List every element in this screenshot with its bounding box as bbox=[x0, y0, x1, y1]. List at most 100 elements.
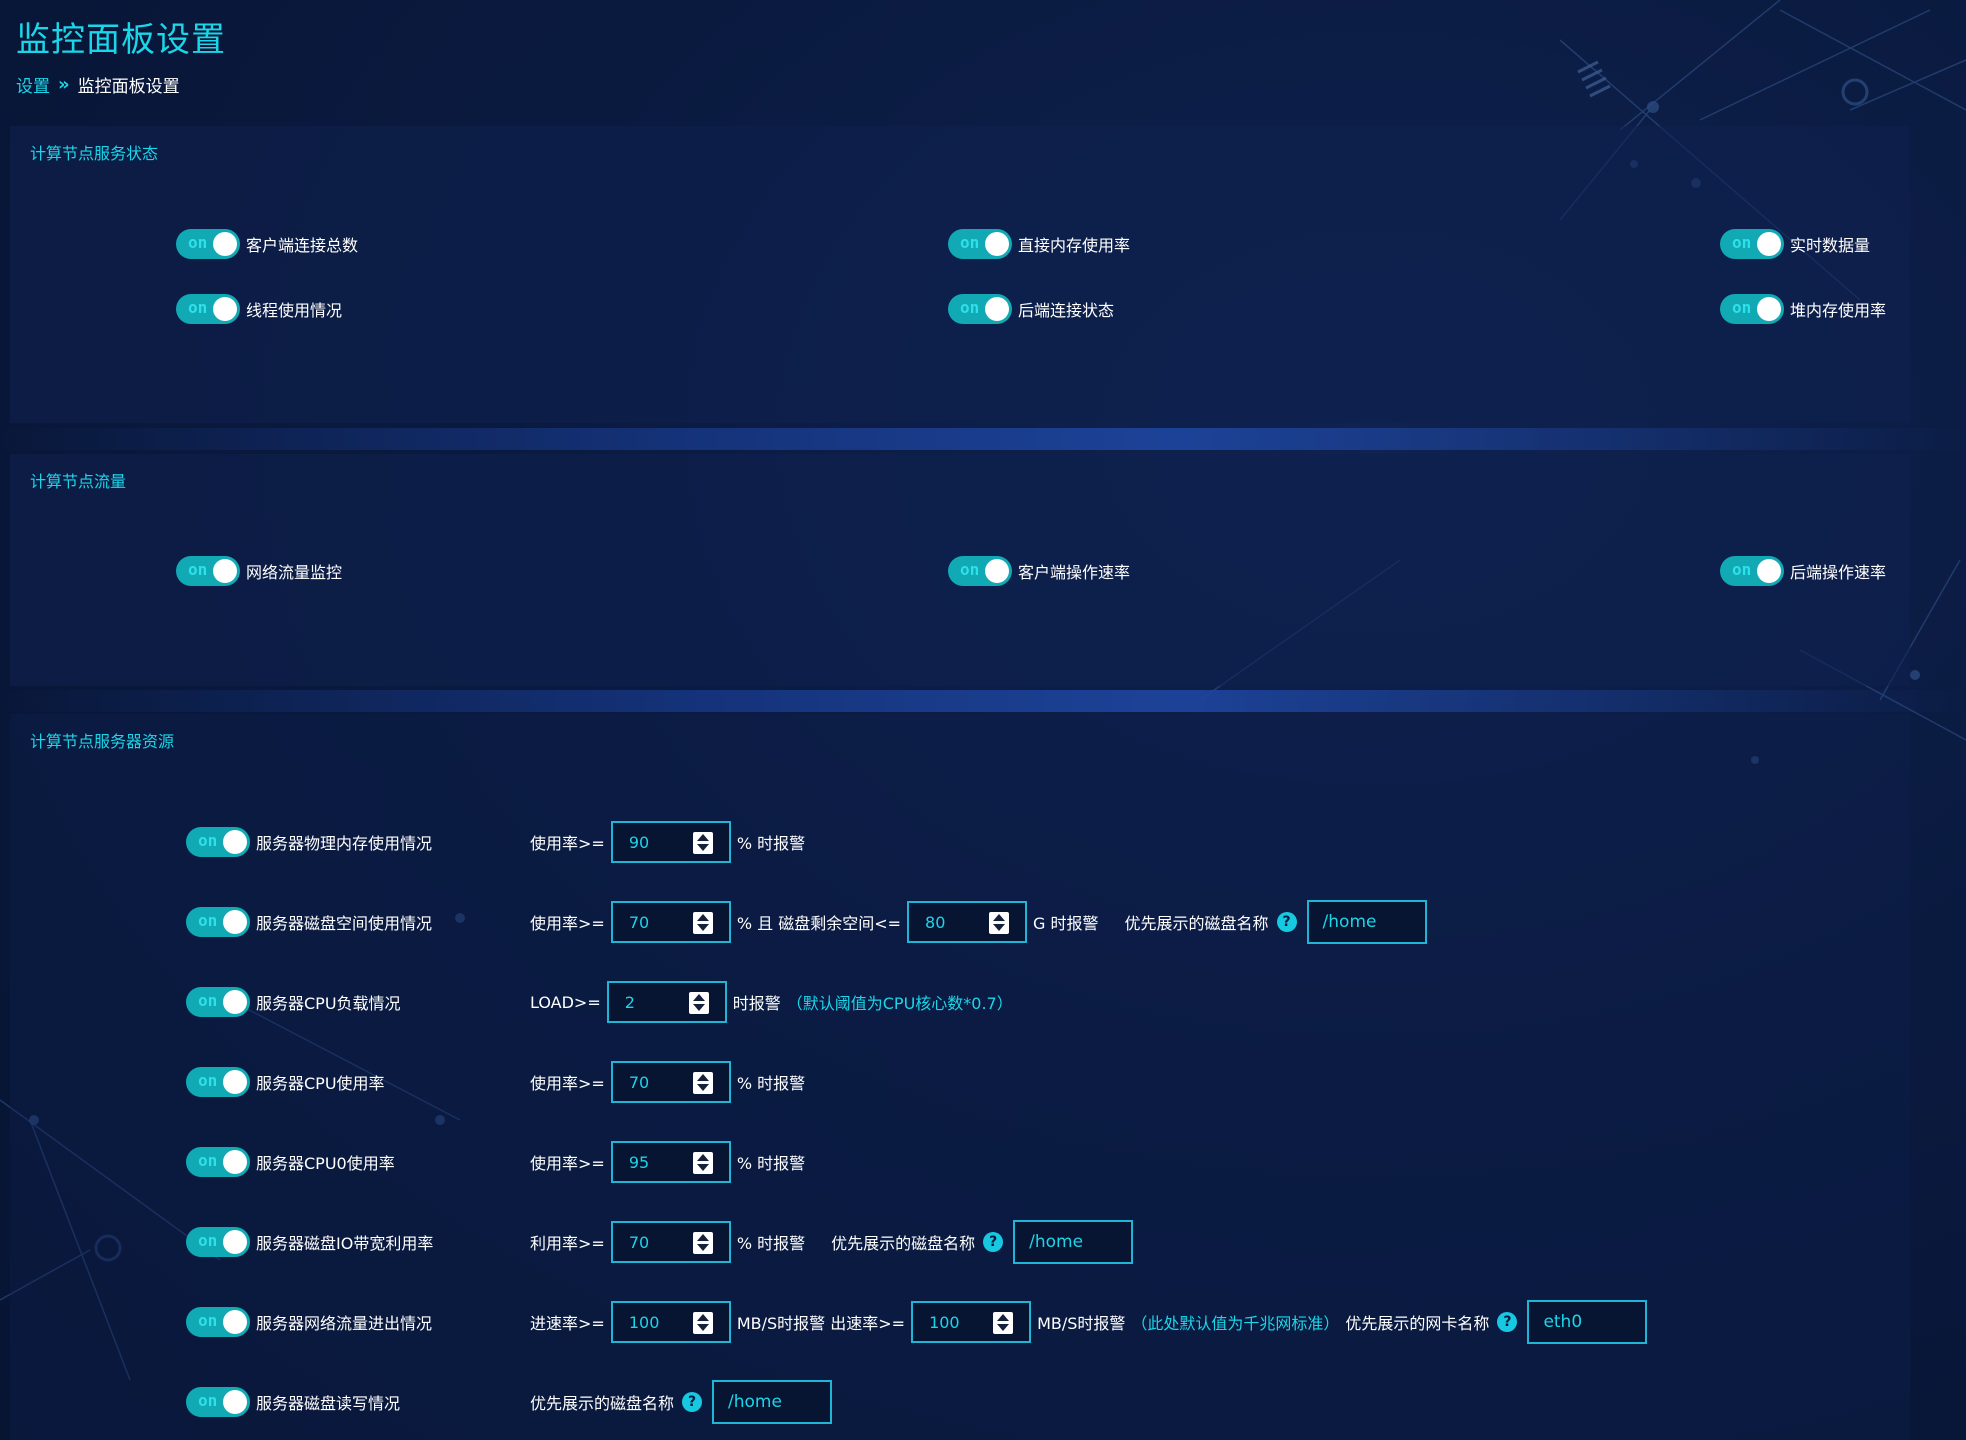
disk-name-input[interactable]: /home bbox=[1013, 1220, 1134, 1264]
toggle-item: on 服务器CPU0使用率 bbox=[186, 1145, 395, 1179]
preferred-disk-label: 优先展示的磁盘名称 bbox=[530, 1394, 675, 1413]
section-title: 计算节点服务状态 bbox=[30, 144, 159, 163]
resource-row: on 服务器磁盘读写情况 优先展示的磁盘名称 ? /home bbox=[10, 1379, 1910, 1425]
toggle-item: on 服务器CPU负载情况 bbox=[186, 985, 401, 1019]
toggle-label: 服务器CPU使用率 bbox=[256, 1074, 385, 1093]
toggle-item: on 直接内存使用率 bbox=[948, 227, 1130, 261]
spinner-arrows-icon[interactable] bbox=[993, 1312, 1014, 1334]
toggle-label: 后端操作速率 bbox=[1790, 563, 1887, 582]
spinner-arrows-icon[interactable] bbox=[692, 1312, 713, 1334]
breadcrumb: 设置 » 监控面板设置 bbox=[16, 72, 180, 97]
threshold-middle: % 且 磁盘剩余空间<= bbox=[736, 914, 902, 933]
help-icon[interactable]: ? bbox=[1276, 912, 1297, 932]
toggle-switch[interactable]: on bbox=[1720, 556, 1784, 586]
toggle-item: on 服务器磁盘读写情况 bbox=[186, 1385, 400, 1419]
toggle-item: on 服务器CPU使用率 bbox=[186, 1065, 385, 1099]
toggle-switch[interactable]: on bbox=[176, 229, 240, 259]
toggle-switch[interactable]: on bbox=[948, 294, 1012, 324]
hint-text: （此处默认值为千兆网标准） bbox=[1131, 1314, 1340, 1333]
toggle-label: 服务器CPU负载情况 bbox=[256, 994, 401, 1013]
toggle-item: on 服务器磁盘空间使用情况 bbox=[186, 905, 432, 939]
resource-row: on 服务器CPU使用率 使用率>= 70 % 时报警 bbox=[10, 1059, 1910, 1105]
page-title: 监控面板设置 bbox=[16, 20, 226, 60]
inbound-rate-spinner[interactable]: 100 bbox=[610, 1301, 731, 1343]
threshold-spinner[interactable]: 95 bbox=[610, 1141, 731, 1183]
threshold-suffix: MB/S时报警 bbox=[1037, 1314, 1126, 1333]
toggle-switch[interactable]: on bbox=[1720, 294, 1784, 324]
toggle-label: 实时数据量 bbox=[1790, 236, 1871, 255]
threshold-spinner[interactable]: 70 bbox=[610, 1061, 731, 1103]
spinner-arrows-icon[interactable] bbox=[688, 992, 709, 1014]
toggle-label: 网络流量监控 bbox=[246, 563, 343, 582]
threshold-label: 使用率>= bbox=[530, 834, 605, 853]
toggle-switch[interactable]: on bbox=[1720, 229, 1784, 259]
toggle-label: 线程使用情况 bbox=[246, 301, 343, 320]
help-icon[interactable]: ? bbox=[1497, 1312, 1518, 1332]
toggle-switch[interactable]: on bbox=[186, 1067, 250, 1097]
toggle-switch[interactable]: on bbox=[176, 294, 240, 324]
threshold-spinner[interactable]: 90 bbox=[610, 821, 731, 863]
toggle-switch[interactable]: on bbox=[186, 1147, 250, 1177]
threshold-suffix: % 时报警 bbox=[736, 1074, 806, 1093]
help-icon[interactable]: ? bbox=[682, 1392, 703, 1412]
resource-row: on 服务器CPU0使用率 使用率>= 95 % 时报警 bbox=[10, 1139, 1910, 1185]
toggle-switch[interactable]: on bbox=[948, 556, 1012, 586]
spinner-arrows-icon[interactable] bbox=[692, 1072, 713, 1094]
toggle-switch[interactable]: on bbox=[186, 1307, 250, 1337]
toggle-switch[interactable]: on bbox=[186, 1387, 250, 1417]
resource-row: on 服务器网络流量进出情况 进速率>= 100 MB/S时报警 出速率>= 1… bbox=[10, 1299, 1910, 1345]
threshold-spinner[interactable]: 2 bbox=[606, 981, 727, 1023]
resource-row: on 服务器磁盘IO带宽利用率 利用率>= 70 % 时报警 优先展示的磁盘名称… bbox=[10, 1219, 1910, 1265]
toggle-switch[interactable]: on bbox=[186, 827, 250, 857]
section-title: 计算节点流量 bbox=[30, 472, 127, 491]
toggle-switch[interactable]: on bbox=[186, 1227, 250, 1257]
toggle-switch[interactable]: on bbox=[176, 556, 240, 586]
hint-text: （默认阈值为CPU核心数*0.7） bbox=[786, 994, 1013, 1013]
preferred-disk-label: 优先展示的磁盘名称 bbox=[831, 1234, 976, 1253]
section-divider bbox=[0, 428, 1966, 450]
preferred-disk-label: 优先展示的磁盘名称 bbox=[1124, 914, 1269, 933]
threshold-suffix: % 时报警 bbox=[736, 834, 806, 853]
toggle-item: on 线程使用情况 bbox=[176, 292, 342, 326]
threshold-controls: 进速率>= 100 MB/S时报警 出速率>= 100 MB/S时报警 （此处默… bbox=[530, 1299, 1653, 1345]
spinner-arrows-icon[interactable] bbox=[692, 1152, 713, 1174]
toggle-switch[interactable]: on bbox=[948, 229, 1012, 259]
threshold-label: 利用率>= bbox=[530, 1234, 605, 1253]
threshold-label: LOAD>= bbox=[530, 992, 601, 1012]
threshold-spinner[interactable]: 70 bbox=[610, 901, 731, 943]
toggle-label: 服务器磁盘IO带宽利用率 bbox=[256, 1234, 434, 1253]
disk-name-input[interactable]: /home bbox=[1306, 900, 1427, 944]
disk-name-input[interactable]: /home bbox=[712, 1380, 833, 1424]
spinner-arrows-icon[interactable] bbox=[989, 912, 1010, 934]
toggle-switch[interactable]: on bbox=[186, 987, 250, 1017]
panel-service-status: 计算节点服务状态 on 客户端连接总数 on 直接内存使用率 on 实时数据量 … bbox=[10, 126, 1910, 423]
toggle-label: 服务器磁盘空间使用情况 bbox=[256, 914, 433, 933]
toggle-label: 服务器物理内存使用情况 bbox=[256, 834, 433, 853]
spinner-arrows-icon[interactable] bbox=[692, 832, 713, 854]
threshold-middle: MB/S时报警 出速率>= bbox=[736, 1314, 906, 1333]
toggle-item: on 堆内存使用率 bbox=[1720, 292, 1886, 326]
toggle-item: on 网络流量监控 bbox=[176, 554, 342, 588]
nic-name-input[interactable]: eth0 bbox=[1527, 1300, 1648, 1344]
spinner-arrows-icon[interactable] bbox=[692, 1232, 713, 1254]
outbound-rate-spinner[interactable]: 100 bbox=[911, 1301, 1032, 1343]
disk-free-spinner[interactable]: 80 bbox=[907, 901, 1028, 943]
threshold-controls: 使用率>= 70 % 时报警 bbox=[530, 1059, 811, 1105]
toggle-label: 直接内存使用率 bbox=[1018, 236, 1131, 255]
threshold-spinner[interactable]: 70 bbox=[610, 1221, 731, 1263]
breadcrumb-link-settings[interactable]: 设置 bbox=[16, 72, 50, 97]
breadcrumb-current: 监控面板设置 bbox=[77, 77, 180, 97]
resource-row: on 服务器磁盘空间使用情况 使用率>= 70 % 且 磁盘剩余空间<= 80 … bbox=[10, 899, 1910, 945]
threshold-controls: 利用率>= 70 % 时报警 优先展示的磁盘名称 ? /home bbox=[530, 1219, 1139, 1265]
threshold-suffix: G 时报警 bbox=[1033, 914, 1099, 933]
spinner-arrows-icon[interactable] bbox=[692, 912, 713, 934]
threshold-controls: 优先展示的磁盘名称 ? /home bbox=[530, 1379, 838, 1425]
toggle-switch[interactable]: on bbox=[186, 907, 250, 937]
help-icon[interactable]: ? bbox=[983, 1232, 1004, 1252]
section-title: 计算节点服务器资源 bbox=[30, 732, 175, 751]
toggle-item: on 后端连接状态 bbox=[948, 292, 1114, 326]
section-divider bbox=[0, 690, 1966, 712]
threshold-suffix: 时报警 bbox=[732, 994, 781, 1013]
toggle-item: on 服务器物理内存使用情况 bbox=[186, 825, 432, 859]
toggle-label: 服务器网络流量进出情况 bbox=[256, 1314, 433, 1333]
